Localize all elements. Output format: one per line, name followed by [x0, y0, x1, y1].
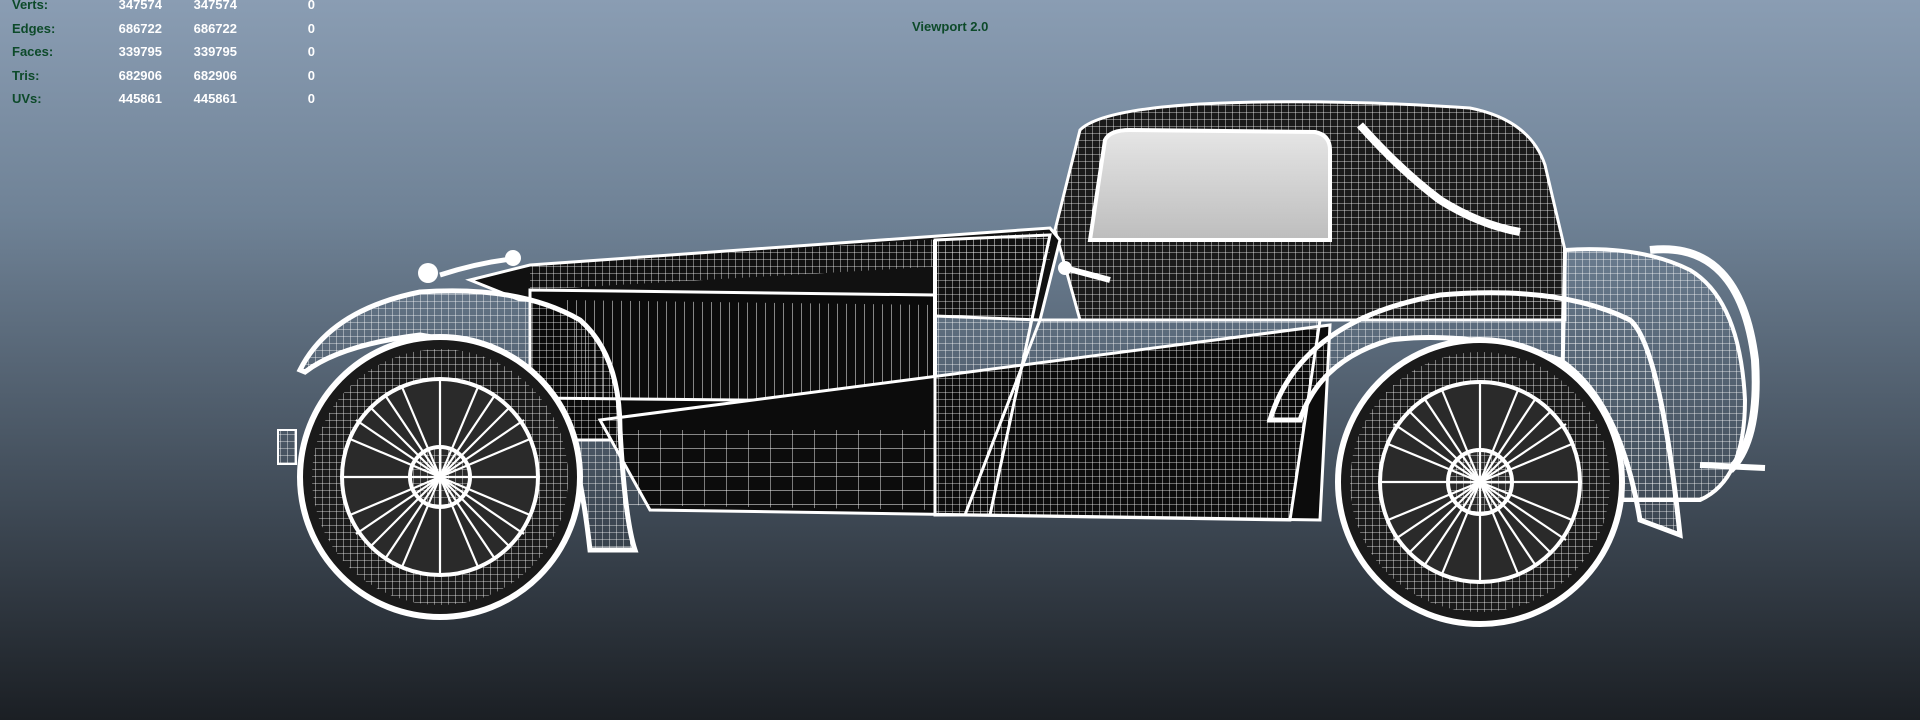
- car-wireframe-model[interactable]: [0, 0, 1920, 720]
- cabin-roof: [1053, 100, 1567, 322]
- front-wheel: [297, 334, 583, 620]
- 3d-viewport[interactable]: Verts: 347574 347574 0 Edges: 686722 686…: [0, 0, 1920, 720]
- window-glass: [1087, 127, 1332, 242]
- rear-wheel: [1335, 337, 1625, 627]
